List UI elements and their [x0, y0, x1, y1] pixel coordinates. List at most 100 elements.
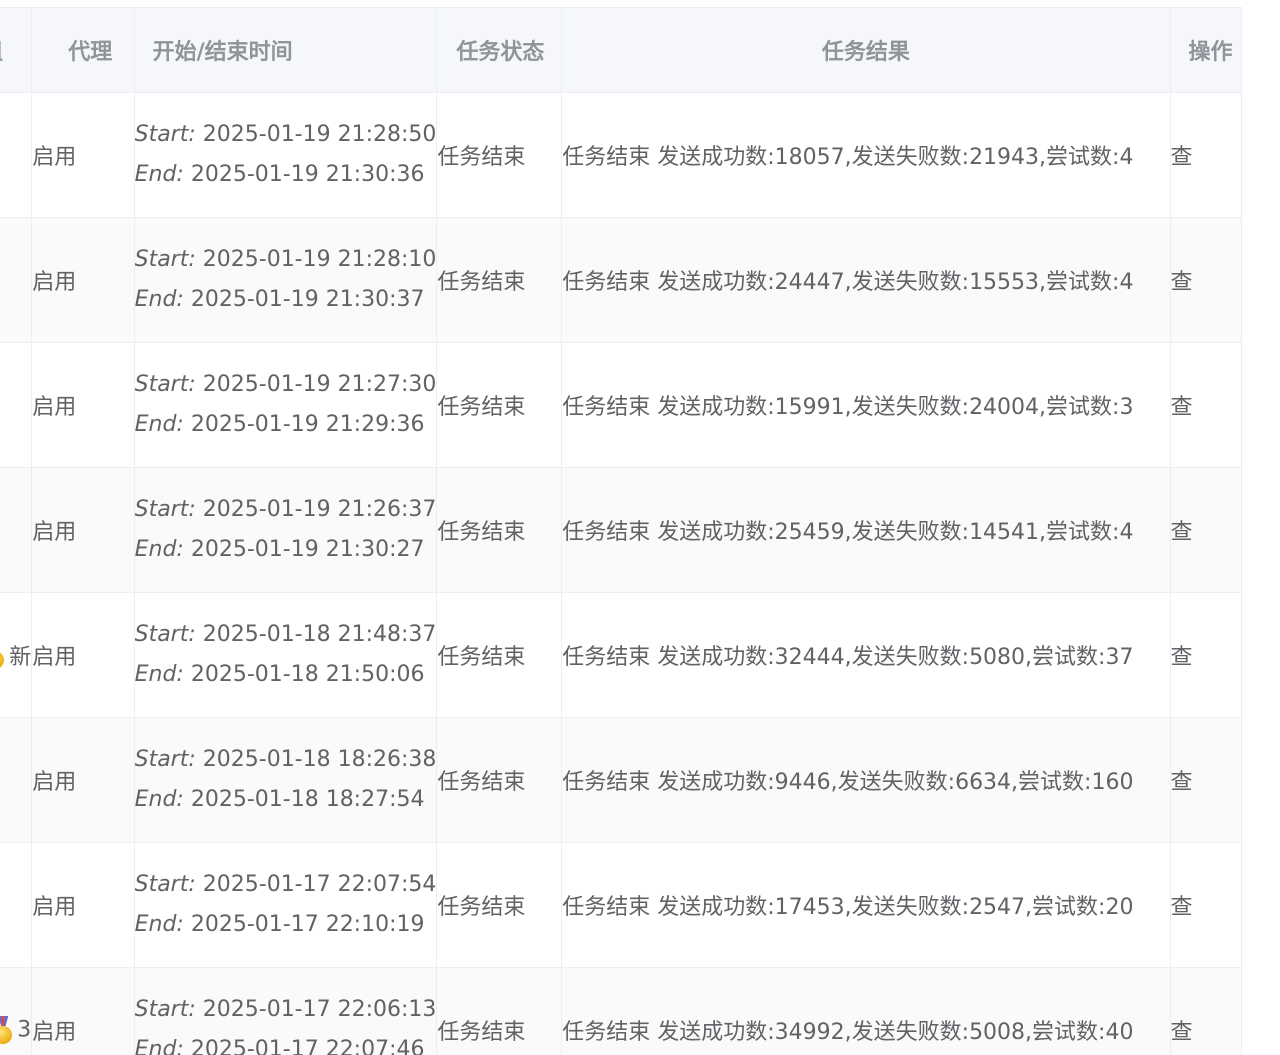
cell-status: 任务结束 — [436, 467, 563, 593]
end-time: 2025-01-18 21:50:06 — [190, 662, 425, 687]
end-time-line: End: 2025-01-19 21:30:37 — [134, 280, 436, 320]
table-row: 3 启用 Start: 2025-01-17 22:06:13 End: 202… — [0, 967, 1243, 1055]
end-time-line: End: 2025-01-19 21:29:36 — [134, 405, 436, 445]
cell-group: 3 — [0, 967, 33, 1055]
start-time-line: Start: 2025-01-19 21:28:50 — [134, 115, 437, 155]
column-header-time[interactable]: 开始/结束时间 — [133, 7, 438, 93]
cell-time: Start: 2025-01-18 21:48:37 End: 2025-01-… — [133, 592, 438, 718]
start-label: Start: — [134, 622, 196, 647]
cell-status: 任务结束 — [436, 967, 563, 1055]
start-time: 2025-01-19 21:27:30 — [202, 372, 437, 397]
group-name: 3 — [17, 1017, 32, 1043]
start-time: 2025-01-17 22:06:13 — [202, 997, 437, 1022]
task-table-viewport: 组 代理 开始/结束时间 任务状态 任务结果 操作 启用 Start: 2025… — [0, 0, 1280, 1055]
cell-result: 任务结束 发送成功数:32444,发送失败数:5080,尝试数:37 — [561, 592, 1171, 718]
end-time: 2025-01-17 22:10:19 — [190, 912, 425, 937]
cell-time: Start: 2025-01-19 21:28:10 End: 2025-01-… — [133, 217, 438, 343]
cell-group — [0, 92, 33, 218]
cell-result: 任务结束 发送成功数:34992,发送失败数:5008,尝试数:40 — [561, 967, 1171, 1055]
end-time-line: End: 2025-01-18 18:27:54 — [134, 780, 436, 820]
end-label: End: — [134, 1037, 184, 1055]
cell-status: 任务结束 — [436, 342, 563, 468]
start-time-line: Start: 2025-01-17 22:07:54 — [134, 865, 437, 905]
cell-status: 任务结束 — [436, 717, 563, 843]
start-time-line: Start: 2025-01-17 22:06:13 — [134, 990, 437, 1030]
table-row: 启用 Start: 2025-01-19 21:27:30 End: 2025-… — [0, 342, 1243, 468]
medal-icon — [0, 641, 5, 669]
table-body: 启用 Start: 2025-01-19 21:28:50 End: 2025-… — [0, 92, 1243, 1055]
column-header-group[interactable]: 组 — [0, 7, 33, 93]
view-link[interactable]: 查 — [1169, 467, 1243, 593]
cell-status: 任务结束 — [436, 592, 563, 718]
column-header-status[interactable]: 任务状态 — [436, 7, 563, 93]
end-label: End: — [134, 412, 184, 437]
cell-proxy: 启用 — [31, 717, 135, 843]
end-label: End: — [134, 162, 184, 187]
cell-proxy: 启用 — [31, 342, 135, 468]
cell-status: 任务结束 — [436, 92, 563, 218]
table-row: 新 启用 Start: 2025-01-18 21:48:37 End: 202… — [0, 592, 1243, 718]
view-link[interactable]: 查 — [1169, 592, 1243, 718]
table-row: 启用 Start: 2025-01-19 21:26:37 End: 2025-… — [0, 467, 1243, 593]
start-label: Start: — [134, 247, 196, 272]
end-label: End: — [134, 287, 184, 312]
cell-time: Start: 2025-01-19 21:26:37 End: 2025-01-… — [133, 467, 438, 593]
start-time: 2025-01-17 22:07:54 — [202, 872, 437, 897]
start-time: 2025-01-19 21:26:37 — [202, 497, 437, 522]
cell-result: 任务结束 发送成功数:9446,发送失败数:6634,尝试数:160 — [561, 717, 1171, 843]
start-label: Start: — [134, 747, 196, 772]
cell-time: Start: 2025-01-17 22:06:13 End: 2025-01-… — [133, 967, 438, 1055]
column-header-result[interactable]: 任务结果 — [561, 7, 1171, 93]
cell-proxy: 启用 — [31, 467, 135, 593]
start-label: Start: — [134, 372, 196, 397]
header-row: 组 代理 开始/结束时间 任务状态 任务结果 操作 — [0, 7, 1243, 93]
end-time: 2025-01-19 21:30:27 — [190, 537, 425, 562]
table-row: 启用 Start: 2025-01-18 18:26:38 End: 2025-… — [0, 717, 1243, 843]
cell-group: 新 — [0, 592, 33, 718]
cell-proxy: 启用 — [31, 967, 135, 1055]
view-link[interactable]: 查 — [1169, 217, 1243, 343]
start-time-line: Start: 2025-01-19 21:26:37 — [134, 490, 437, 530]
cell-group — [0, 217, 33, 343]
end-time-line: End: 2025-01-19 21:30:27 — [134, 530, 436, 570]
view-link[interactable]: 查 — [1169, 967, 1243, 1055]
table-row: 启用 Start: 2025-01-19 21:28:50 End: 2025-… — [0, 92, 1243, 218]
view-link[interactable]: 查 — [1169, 92, 1243, 218]
task-table: 组 代理 开始/结束时间 任务状态 任务结果 操作 启用 Start: 2025… — [0, 7, 1243, 1055]
cell-result: 任务结束 发送成功数:18057,发送失败数:21943,尝试数:4 — [561, 92, 1171, 218]
start-label: Start: — [134, 122, 196, 147]
start-time-line: Start: 2025-01-18 18:26:38 — [134, 740, 436, 780]
cell-result: 任务结束 发送成功数:25459,发送失败数:14541,尝试数:4 — [561, 467, 1171, 593]
end-time: 2025-01-18 18:27:54 — [190, 787, 425, 812]
cell-result: 任务结束 发送成功数:15991,发送失败数:24004,尝试数:3 — [561, 342, 1171, 468]
end-label: End: — [134, 537, 184, 562]
cell-group — [0, 342, 33, 468]
start-time: 2025-01-19 21:28:50 — [202, 122, 437, 147]
end-time: 2025-01-19 21:30:36 — [190, 162, 425, 187]
cell-time: Start: 2025-01-19 21:28:50 End: 2025-01-… — [133, 92, 438, 218]
cell-time: Start: 2025-01-17 22:07:54 End: 2025-01-… — [133, 842, 438, 968]
column-header-proxy[interactable]: 代理 — [31, 7, 135, 93]
table-row: 启用 Start: 2025-01-17 22:07:54 End: 2025-… — [0, 842, 1243, 968]
start-time: 2025-01-18 21:48:37 — [202, 622, 437, 647]
cell-group — [0, 842, 33, 968]
cell-result: 任务结束 发送成功数:17453,发送失败数:2547,尝试数:20 — [561, 842, 1171, 968]
end-time-line: End: 2025-01-18 21:50:06 — [134, 655, 436, 695]
table-header: 组 代理 开始/结束时间 任务状态 任务结果 操作 — [0, 7, 1243, 93]
cell-time: Start: 2025-01-19 21:27:30 End: 2025-01-… — [133, 342, 438, 468]
end-label: End: — [134, 662, 184, 687]
start-label: Start: — [134, 997, 196, 1022]
end-label: End: — [134, 787, 184, 812]
end-time: 2025-01-19 21:29:36 — [190, 412, 425, 437]
cell-proxy: 启用 — [31, 592, 135, 718]
view-link[interactable]: 查 — [1169, 717, 1243, 843]
cell-time: Start: 2025-01-18 18:26:38 End: 2025-01-… — [133, 717, 438, 843]
end-time-line: End: 2025-01-17 22:07:46 — [134, 1030, 436, 1055]
group-name: 新 — [9, 645, 32, 670]
view-link[interactable]: 查 — [1169, 842, 1243, 968]
start-label: Start: — [134, 497, 196, 522]
start-label: Start: — [134, 872, 196, 897]
view-link[interactable]: 查 — [1169, 342, 1243, 468]
medal-icon — [0, 1016, 13, 1044]
cell-proxy: 启用 — [31, 842, 135, 968]
